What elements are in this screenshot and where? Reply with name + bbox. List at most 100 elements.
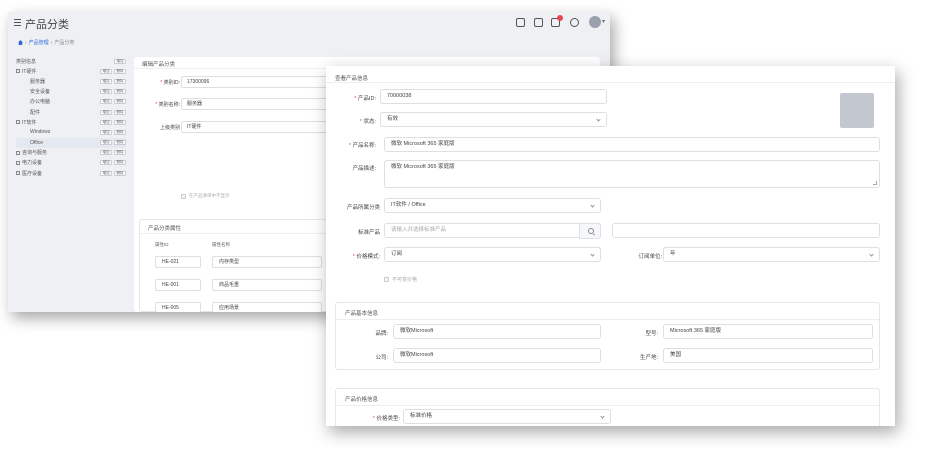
fixed-price-checkbox[interactable]: 不可变价格 xyxy=(384,276,417,283)
product-name-label: * 产品名称: xyxy=(348,143,376,149)
expand-icon[interactable] xyxy=(16,171,20,176)
product-detail-window: 查看产品信息 * 产品ID: 70000038 * 状态: 有效 * 产品名称:… xyxy=(326,66,895,426)
category-select[interactable]: IT软件 / Office xyxy=(384,198,601,213)
delete-button[interactable]: 删除 xyxy=(114,119,126,125)
attribute-id-input[interactable]: HE-021 xyxy=(155,256,201,268)
delete-button[interactable]: 删除 xyxy=(114,78,126,84)
add-button[interactable]: 增加 xyxy=(100,150,112,156)
add-button[interactable]: 增加 xyxy=(100,99,112,105)
standard-product-input[interactable]: 请输入并选择标准产品 xyxy=(384,223,580,238)
collapse-icon[interactable] xyxy=(16,120,20,125)
delete-button[interactable]: 删除 xyxy=(114,89,126,95)
tree-item[interactable]: IT软件 增加 删除 xyxy=(16,117,126,127)
delete-button[interactable]: 删除 xyxy=(114,150,126,156)
tree-item-label: IT软件 xyxy=(22,119,37,126)
tree-item-label: 医疗设备 xyxy=(22,170,43,177)
tree-item[interactable]: Windows 增加 删除 xyxy=(16,127,126,137)
product-id-input[interactable]: 70000038 xyxy=(380,89,607,104)
subscription-unit-select[interactable]: 年 xyxy=(663,247,880,262)
collapse-icon[interactable] xyxy=(16,69,20,74)
standard-product-detail-input[interactable] xyxy=(612,223,880,238)
delete-button[interactable]: 删除 xyxy=(114,99,126,105)
panel-title: 查看产品信息 xyxy=(335,76,369,82)
origin-label: 生产地: xyxy=(639,355,658,361)
add-button[interactable]: 增加 xyxy=(100,89,112,95)
checkbox[interactable] xyxy=(181,193,186,199)
add-button[interactable]: 增加 xyxy=(100,129,112,135)
breadcrumb: › 产品管理 › 产品分类 xyxy=(18,39,74,46)
bookmark-icon[interactable] xyxy=(534,18,543,27)
chevron-down-icon xyxy=(869,252,874,257)
category-id-input[interactable]: 17300096 xyxy=(181,76,341,88)
delete-button[interactable]: 删除 xyxy=(114,68,126,74)
add-button[interactable]: 增加 xyxy=(100,160,112,166)
add-button[interactable]: 增加 xyxy=(100,68,112,74)
delete-button[interactable]: 删除 xyxy=(114,160,126,166)
delete-button[interactable]: 删除 xyxy=(114,140,126,146)
add-button[interactable]: 增加 xyxy=(100,140,112,146)
origin-input[interactable]: 美国 xyxy=(663,348,873,363)
brand-input[interactable]: 微软Microsoft xyxy=(393,324,601,339)
calendar-icon[interactable] xyxy=(516,18,525,27)
attribute-name-input[interactable]: 应用场景 xyxy=(212,302,322,312)
add-button[interactable]: 增加 xyxy=(100,119,112,125)
menu-icon[interactable] xyxy=(14,19,21,26)
parent-category-label: 上级类别 xyxy=(159,125,180,131)
product-image[interactable] xyxy=(840,93,874,128)
delete-button[interactable]: 删除 xyxy=(114,129,126,135)
tree-header: 类别信息 增加 xyxy=(16,56,126,66)
attribute-id-input[interactable]: HE-001 xyxy=(155,279,201,291)
product-id-label: * 产品ID: xyxy=(354,96,376,102)
resize-handle[interactable] xyxy=(873,181,877,185)
tree-item-label: 配件 xyxy=(30,109,41,116)
attribute-id-input[interactable]: HE-005 xyxy=(155,302,201,312)
parent-category-select[interactable]: IT硬件 xyxy=(181,121,341,133)
tree-item[interactable]: 办公电脑 增加 删除 xyxy=(16,97,126,107)
search-icon[interactable] xyxy=(579,223,601,239)
expand-icon[interactable] xyxy=(16,150,20,155)
product-desc-label: 产品描述: xyxy=(352,166,376,172)
tree-item[interactable]: 咨询与服务 增加 删除 xyxy=(16,148,126,158)
company-input[interactable]: 微软Microsoft xyxy=(393,348,601,363)
add-button[interactable]: 增加 xyxy=(100,78,112,84)
column-header: 属性名称 xyxy=(212,242,230,247)
checkbox[interactable] xyxy=(384,277,389,282)
hide-in-list-checkbox[interactable]: 在产品清单中不显示 xyxy=(181,193,230,199)
price-type-select[interactable]: 标准价格 xyxy=(403,409,611,424)
chevron-down-icon[interactable]: ▾ xyxy=(602,18,605,25)
price-mode-select[interactable]: 订阅 xyxy=(384,247,601,262)
add-button[interactable]: 增加 xyxy=(114,58,126,64)
status-select[interactable]: 有效 xyxy=(380,112,607,127)
delete-button[interactable]: 删除 xyxy=(114,109,126,115)
tree-item-selected[interactable]: Office 增加 删除 xyxy=(16,137,126,148)
category-tree: 类别信息 增加 IT硬件 增加 删除 服务器 增加 删除 安全设备 增加 删除 办公电… xyxy=(16,56,126,178)
attribute-name-input[interactable]: 商品毛重 xyxy=(212,279,322,291)
tree-item[interactable]: 配件 增加 删除 xyxy=(16,107,126,117)
tree-item[interactable]: 安全设备 增加 删除 xyxy=(16,87,126,97)
standard-product-label: 标准产品 xyxy=(357,230,380,236)
delete-button[interactable]: 删除 xyxy=(114,170,126,176)
tree-header-label: 类别信息 xyxy=(16,58,37,65)
chevron-down-icon xyxy=(600,414,605,419)
notification-badge xyxy=(557,15,563,21)
model-input[interactable]: Microsoft 365 家庭版 xyxy=(663,324,873,339)
tree-item[interactable]: 电力设备 增加 删除 xyxy=(16,158,126,168)
tree-item[interactable]: 服务器 增加 删除 xyxy=(16,76,126,86)
chevron-down-icon xyxy=(596,117,601,122)
tree-item[interactable]: IT硬件 增加 删除 xyxy=(16,66,126,76)
tree-item[interactable]: 医疗设备 增加 删除 xyxy=(16,168,126,178)
home-icon[interactable] xyxy=(18,40,23,45)
add-button[interactable]: 增加 xyxy=(100,109,112,115)
globe-icon[interactable] xyxy=(570,18,579,27)
breadcrumb-item[interactable]: 产品管理 xyxy=(29,39,49,46)
attribute-name-input[interactable]: 内存类型 xyxy=(212,256,322,268)
expand-icon[interactable] xyxy=(16,161,20,166)
product-name-input[interactable]: 微软 Microsoft 365 家庭版 xyxy=(384,137,880,152)
tree-item-label: IT硬件 xyxy=(22,68,37,75)
group-title: 产品基本信息 xyxy=(345,311,379,317)
avatar[interactable] xyxy=(589,16,601,28)
add-button[interactable]: 增加 xyxy=(100,170,112,176)
category-name-input[interactable]: 服务器 xyxy=(181,98,341,110)
product-desc-textarea[interactable]: 微软 Microsoft 365 家庭版 xyxy=(384,160,880,188)
category-name-label: * 类别名称: xyxy=(155,102,180,108)
